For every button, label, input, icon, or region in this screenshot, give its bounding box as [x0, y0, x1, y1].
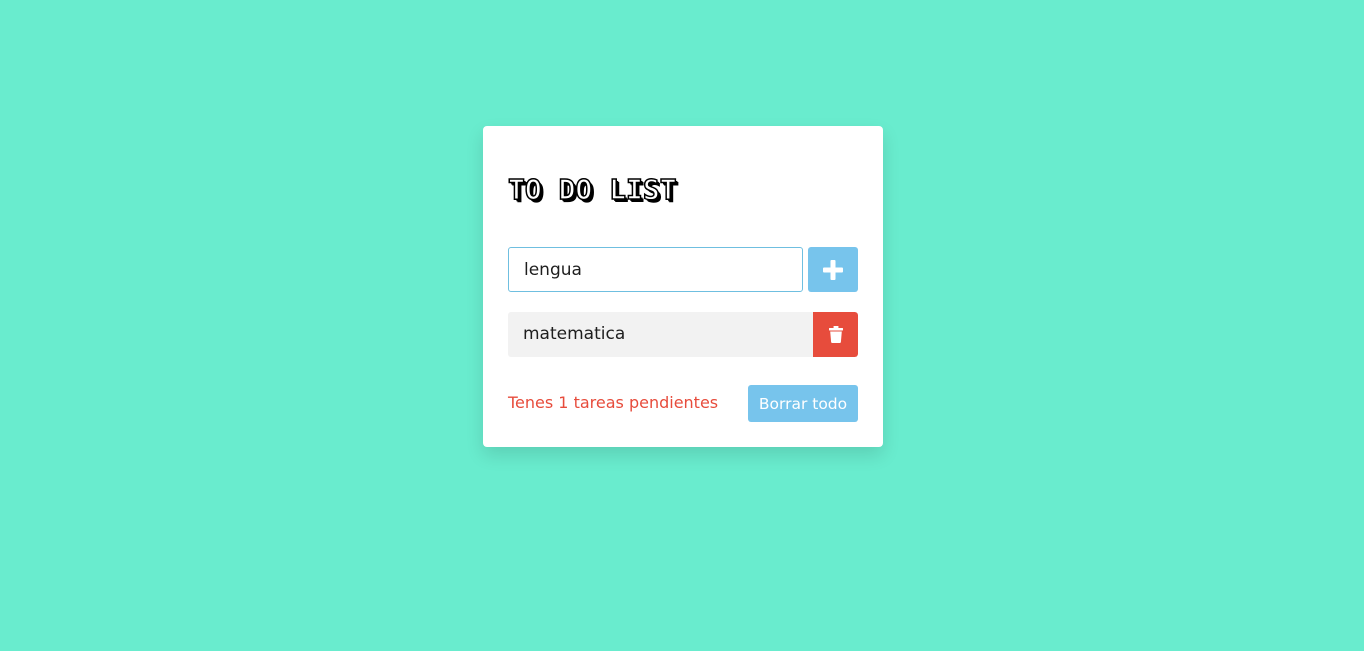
- todo-card: TO DO LIST matematica Tenes 1 tareas pen…: [483, 126, 883, 447]
- task-text: matematica: [523, 324, 626, 344]
- trash-icon: [828, 326, 843, 343]
- delete-task-button[interactable]: [813, 312, 858, 357]
- app-title: TO DO LIST: [507, 172, 677, 207]
- clear-all-button[interactable]: Borrar todo: [748, 385, 858, 422]
- add-task-button[interactable]: [808, 247, 858, 292]
- plus-icon: [823, 259, 843, 280]
- task-item: matematica: [508, 312, 858, 357]
- pending-count-text: Tenes 1 tareas pendientes: [508, 393, 719, 412]
- task-input[interactable]: [508, 247, 803, 292]
